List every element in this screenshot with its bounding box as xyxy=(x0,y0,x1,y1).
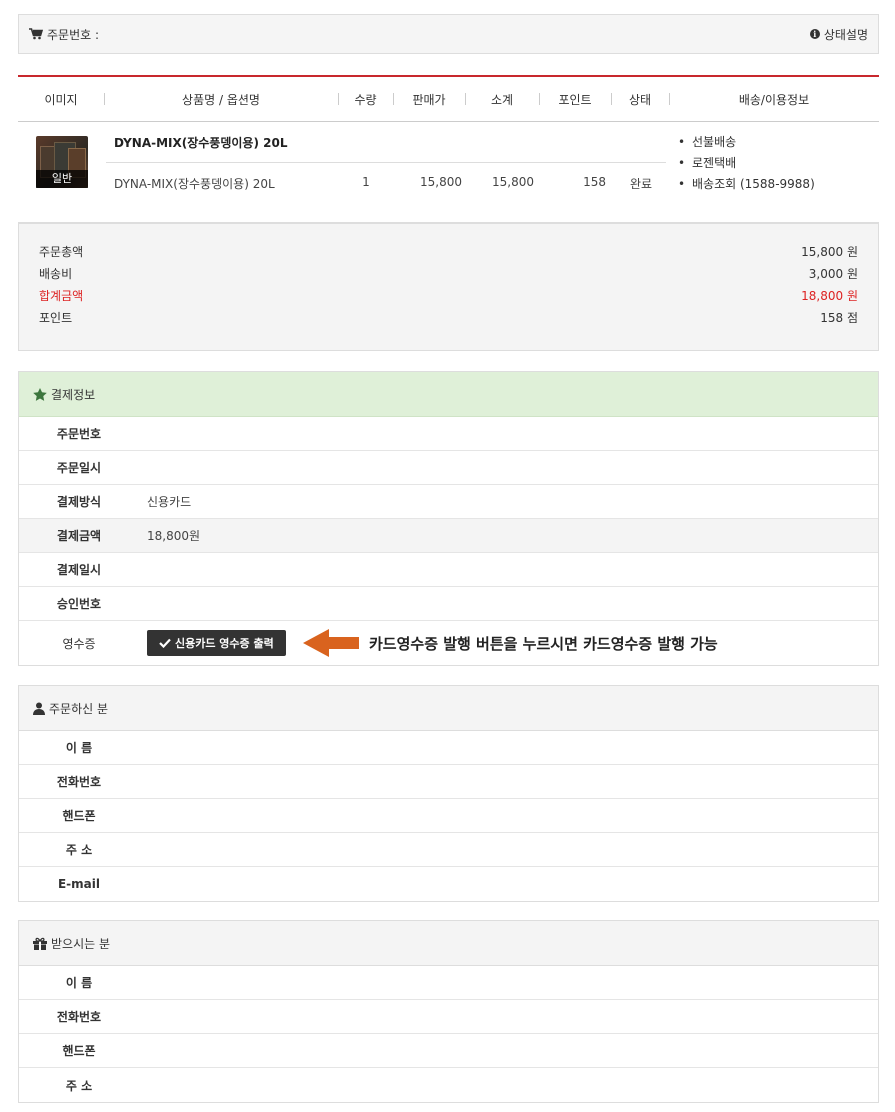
total-value: 15,800 원 xyxy=(801,244,858,259)
payment-row: 주문번호 xyxy=(19,417,878,451)
receiver-row: 전화번호 xyxy=(19,1000,878,1034)
col-qty: 수량 xyxy=(338,91,393,108)
payment-header: 결제정보 xyxy=(19,372,878,417)
receipt-label: 영수증 xyxy=(62,636,96,651)
shipping-fee-row: 배송비 3,000 원 xyxy=(39,262,858,284)
col-image: 이미지 xyxy=(44,92,78,107)
order-date-label: 주문일시 xyxy=(56,461,102,475)
point-value: 158 점 xyxy=(820,310,858,325)
point-row: 포인트 158 점 xyxy=(39,306,858,328)
receiver-row: 이 름 xyxy=(19,966,878,1000)
shipping-method: 선불배송 xyxy=(678,132,815,153)
shipping-carrier: 로젠택배 xyxy=(678,153,815,174)
orderer-row: 전화번호 xyxy=(19,765,878,799)
receiver-mobile-label: 핸드폰 xyxy=(62,1044,96,1058)
product-qty: 1 xyxy=(362,175,370,189)
shipping-tracking-link[interactable]: 배송조회 (1588-9988) xyxy=(678,174,815,195)
receiver-row: 주 소 xyxy=(19,1068,878,1102)
table-row: 일반 DYNA-MIX(장수풍뎅이용) 20L DYNA-MIX(장수풍뎅이용)… xyxy=(18,122,879,223)
total-label: 주문총액 xyxy=(39,244,84,259)
receiver-header: 받으시는 분 xyxy=(19,921,878,966)
card-receipt-button-label: 신용카드 영수증 출력 xyxy=(175,637,274,650)
product-name[interactable]: DYNA-MIX(장수풍뎅이용) 20L xyxy=(114,134,287,151)
col-shipping: 배송/이용정보 xyxy=(669,91,879,108)
orderer-row: 핸드폰 xyxy=(19,799,878,833)
user-icon xyxy=(33,702,45,715)
payment-row: 승인번호 xyxy=(19,587,878,621)
orderer-row: E-mail xyxy=(19,867,878,901)
status-help-link[interactable]: i 상태설명 xyxy=(809,26,868,43)
gift-icon xyxy=(33,937,47,950)
receiver-section: 받으시는 분 이 름 전화번호 핸드폰 주 소 xyxy=(18,920,879,1103)
payment-amount-value: 18,800원 xyxy=(147,529,201,543)
order-items-table: 이미지 상품명 / 옵션명 수량 판매가 소계 포인트 상태 배송/이용정보 일… xyxy=(18,75,879,223)
payment-title: 결제정보 xyxy=(51,387,96,402)
order-totals: 주문총액 15,800 원 배송비 3,000 원 합계금액 18,800 원 포인트… xyxy=(18,223,879,351)
orderer-title: 주문하신 분 xyxy=(49,701,109,716)
total-row: 주문총액 15,800 원 xyxy=(39,240,858,262)
star-icon xyxy=(33,387,47,401)
col-price: 판매가 xyxy=(393,91,465,108)
col-subtotal: 소계 xyxy=(465,91,539,108)
product-option: DYNA-MIX(장수풍뎅이용) 20L xyxy=(114,177,275,191)
payment-section: 결제정보 주문번호 주문일시 결제방식 신용카드 결제금액 18,800원 결제일시… xyxy=(18,371,879,666)
point-label: 포인트 xyxy=(39,310,73,325)
card-receipt-button[interactable]: 신용카드 영수증 출력 xyxy=(147,630,286,656)
status-help-label: 상태설명 xyxy=(823,27,868,42)
orderer-section: 주문하신 분 이 름 전화번호 핸드폰 주 소 E-mail xyxy=(18,685,879,902)
receiver-row: 핸드폰 xyxy=(19,1034,878,1068)
receipt-note: 카드영수증 발행 버튼을 누르시면 카드영수증 발행 가능 xyxy=(369,635,718,653)
payment-method-label: 결제방식 xyxy=(56,495,102,509)
shipping-info: 선불배송 로젠택배 배송조회 (1588-9988) xyxy=(678,132,815,195)
check-icon xyxy=(159,638,171,648)
product-thumbnail[interactable]: 일반 xyxy=(36,136,88,188)
shipping-fee-value: 3,000 원 xyxy=(808,266,858,281)
payment-row: 결제방식 신용카드 xyxy=(19,485,878,519)
receiver-title: 받으시는 분 xyxy=(51,936,111,951)
receiver-phone-label: 전화번호 xyxy=(56,1010,102,1024)
product-point: 158 xyxy=(583,175,606,189)
col-point: 포인트 xyxy=(539,91,611,108)
order-header: 주문번호 : i 상태설명 xyxy=(18,14,879,54)
product-badge: 일반 xyxy=(36,170,88,188)
col-name: 상품명 / 옵션명 xyxy=(104,91,338,108)
payment-date-label: 결제일시 xyxy=(56,563,102,577)
orderer-address-label: 주 소 xyxy=(65,843,93,857)
payment-row: 주문일시 xyxy=(19,451,878,485)
orderer-row: 주 소 xyxy=(19,833,878,867)
product-status: 완료 xyxy=(629,177,653,191)
approval-number-label: 승인번호 xyxy=(56,597,102,611)
orderer-mobile-label: 핸드폰 xyxy=(62,809,96,823)
shipping-fee-label: 배송비 xyxy=(39,266,73,281)
receiver-address-label: 주 소 xyxy=(65,1078,93,1093)
order-number-label: 주문번호 xyxy=(56,427,102,441)
table-header: 이미지 상품명 / 옵션명 수량 판매가 소계 포인트 상태 배송/이용정보 xyxy=(18,77,879,122)
receiver-name-label: 이 름 xyxy=(65,976,93,990)
orderer-email-label: E-mail xyxy=(57,877,100,891)
order-number-label: 주문번호 : xyxy=(47,27,100,42)
product-price: 15,800 xyxy=(420,175,462,189)
grand-total-row: 합계금액 18,800 원 xyxy=(39,284,858,306)
orderer-phone-label: 전화번호 xyxy=(56,775,102,789)
arrow-left-icon xyxy=(303,628,359,658)
payment-method-value: 신용카드 xyxy=(147,495,192,509)
product-subtotal: 15,800 xyxy=(492,175,534,189)
col-status: 상태 xyxy=(611,91,669,108)
info-icon: i xyxy=(809,29,820,39)
cart-icon xyxy=(29,28,43,40)
payment-amount-label: 결제금액 xyxy=(56,529,102,543)
receipt-row: 영수증 신용카드 영수증 출력 카드영수증 발행 버튼을 누르시면 카드영수증 … xyxy=(19,621,878,665)
orderer-header: 주문하신 분 xyxy=(19,686,878,731)
orderer-name-label: 이 름 xyxy=(65,741,93,755)
orderer-row: 이 름 xyxy=(19,731,878,765)
payment-row: 결제일시 xyxy=(19,553,878,587)
grand-total-label: 합계금액 xyxy=(39,288,84,303)
grand-total-value: 18,800 원 xyxy=(801,288,858,303)
payment-row: 결제금액 18,800원 xyxy=(19,519,878,553)
